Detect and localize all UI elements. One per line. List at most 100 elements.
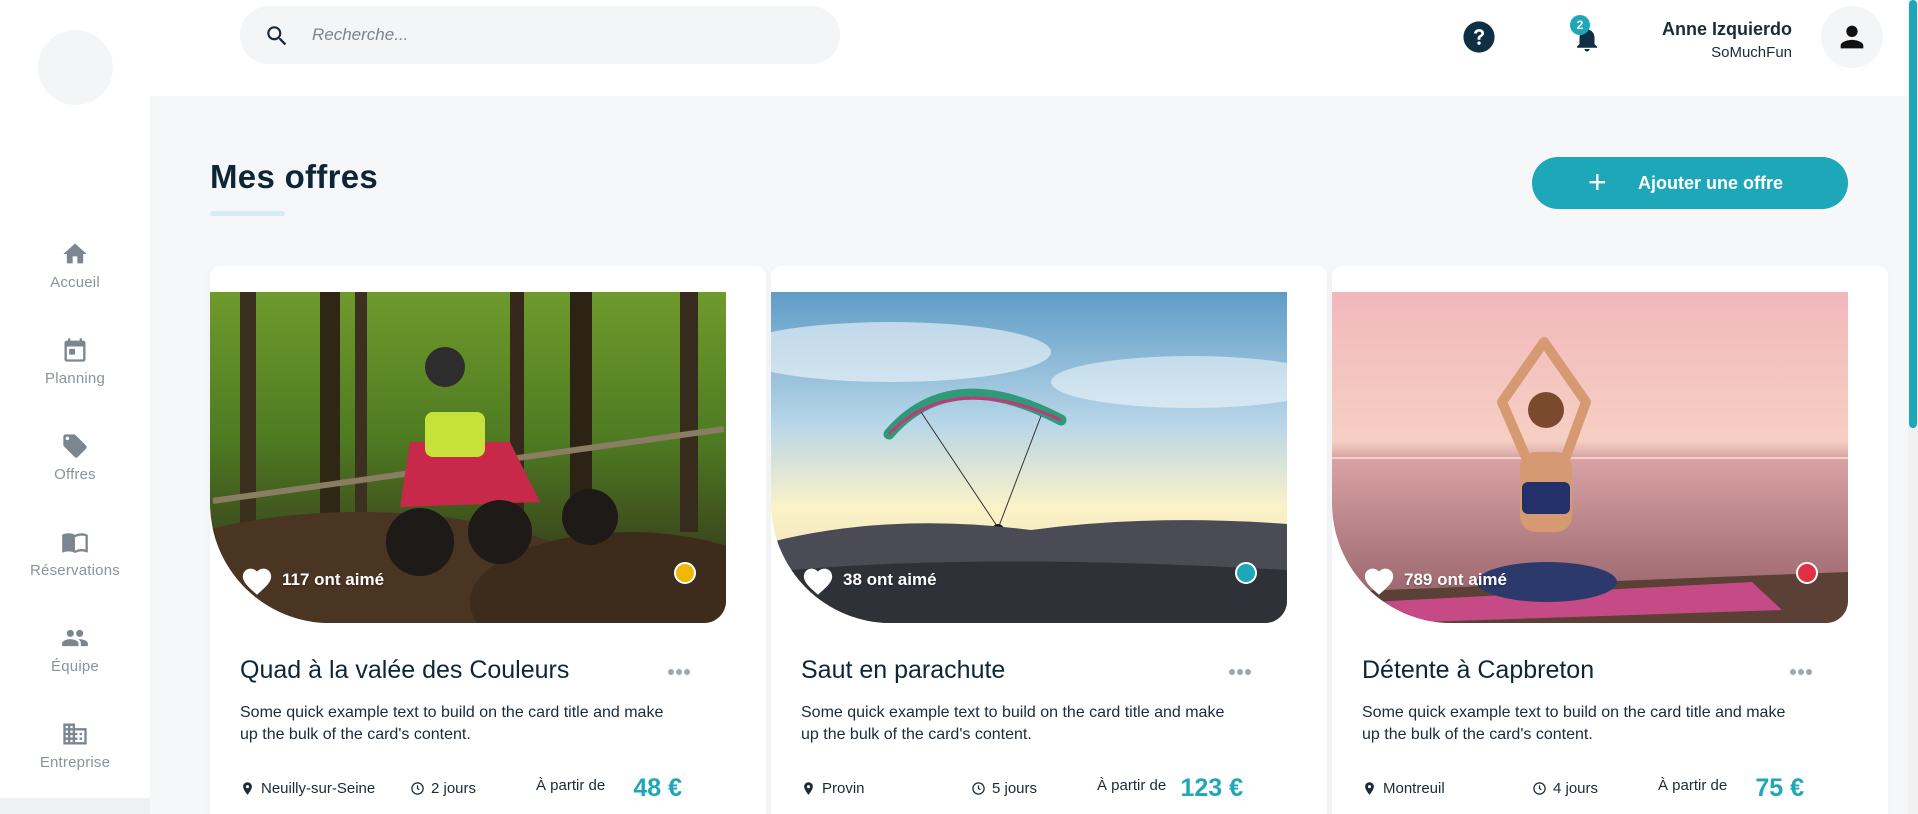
sidebar-item-label: Accueil [50, 274, 100, 291]
dot-icon [668, 669, 674, 675]
location-pin-icon [1365, 782, 1374, 795]
status-dot [1796, 562, 1818, 584]
offer-description: Some quick example text to build on the … [240, 704, 664, 743]
offer-price: 123 € [1180, 774, 1243, 802]
sidebar-item-label: Réservations [30, 562, 120, 579]
search-input[interactable] [312, 18, 812, 52]
offer-description: Some quick example text to build on the … [801, 704, 1225, 743]
more-options-button[interactable] [1229, 662, 1259, 682]
search-bar [240, 6, 840, 64]
plus-icon: + [1588, 164, 1607, 200]
dot-icon [1798, 669, 1804, 675]
user-company: SoMuchFun [1711, 44, 1792, 61]
clock-icon [411, 782, 424, 795]
status-dot [1235, 562, 1257, 584]
location-pin-icon [243, 782, 252, 795]
heart-icon[interactable] [801, 564, 835, 596]
likes-counter: 789 ont aimé [1362, 564, 1507, 596]
top-header: 2 Anne Izquierdo SoMuchFun [150, 0, 1908, 96]
status-dot [674, 562, 696, 584]
help-button[interactable] [1462, 20, 1496, 54]
calendar-icon [64, 338, 86, 362]
add-offer-button[interactable]: + Ajouter une offre [1532, 157, 1848, 209]
duration-text: 4 jours [1553, 780, 1599, 797]
offer-description: Some quick example text to build on the … [1362, 704, 1786, 743]
offer-location: Provin [801, 780, 865, 797]
likes-text: 38 ont aimé [843, 570, 937, 589]
more-options-button[interactable] [668, 662, 698, 682]
dot-icon [1237, 669, 1243, 675]
location-text: Montreuil [1383, 780, 1445, 797]
dot-icon [676, 669, 682, 675]
book-icon [62, 533, 88, 554]
building-icon [63, 723, 87, 745]
page-scrollbar[interactable] [1908, 0, 1918, 814]
team-icon [62, 629, 88, 647]
more-options-button[interactable] [1790, 662, 1820, 682]
sidebar-item-equipe[interactable]: Équipe [0, 624, 150, 696]
sidebar-footer [0, 798, 150, 814]
offer-duration: 2 jours [410, 780, 476, 797]
location-text: Neuilly-sur-Seine [261, 780, 376, 797]
price-prefix: À partir de [1658, 777, 1728, 794]
offer-location: Neuilly-sur-Seine [240, 780, 375, 797]
offer-price: 48 € [633, 774, 682, 802]
dot-icon [1245, 669, 1251, 675]
sidebar: Accueil Planning Offres Réservations Équ… [0, 0, 150, 814]
title-underline [210, 211, 285, 216]
sidebar-item-reservations[interactable]: Réservations [0, 528, 150, 600]
location-pin-icon [804, 782, 813, 795]
tag-icon [63, 434, 87, 458]
offer-title[interactable]: Détente à Capbreton [1362, 656, 1594, 685]
dot-icon [684, 669, 690, 675]
sidebar-item-offres[interactable]: Offres [0, 432, 150, 504]
price-prefix: À partir de [536, 777, 606, 794]
likes-text: 789 ont aimé [1404, 570, 1507, 589]
sidebar-item-label: Équipe [51, 658, 99, 675]
offer-image-parachute: 38 ont aimé [771, 292, 1287, 623]
add-offer-label: Ajouter une offre [1638, 173, 1784, 193]
heart-icon[interactable] [1362, 564, 1396, 596]
offer-image-yoga: 789 ont aimé [1332, 292, 1848, 623]
duration-text: 2 jours [431, 780, 477, 797]
offer-duration: 5 jours [971, 780, 1037, 797]
search-icon[interactable] [264, 23, 290, 49]
likes-counter: 117 ont aimé [240, 564, 384, 596]
clock-icon [972, 782, 985, 795]
help-icon [1463, 21, 1495, 53]
dot-icon [1229, 669, 1235, 675]
likes-counter: 38 ont aimé [801, 564, 937, 596]
offer-title[interactable]: Quad à la valée des Couleurs [240, 656, 569, 685]
likes-text: 117 ont aimé [282, 570, 385, 589]
price-prefix: À partir de [1097, 777, 1167, 794]
offer-location: Montreuil [1362, 780, 1445, 797]
clock-icon [1533, 782, 1546, 795]
offer-card[interactable]: 117 ont aimé Quad à la valée des Couleur… [210, 266, 766, 814]
user-icon [1840, 25, 1864, 49]
sidebar-item-entreprise[interactable]: Entreprise [0, 720, 150, 792]
offer-image-quad: 117 ont aimé [210, 292, 726, 623]
dot-icon [1806, 669, 1812, 675]
sidebar-item-planning[interactable]: Planning [0, 336, 150, 408]
company-logo[interactable] [38, 30, 113, 105]
scrollbar-thumb[interactable] [1909, 0, 1917, 428]
sidebar-item-label: Planning [45, 370, 105, 387]
avatar[interactable] [1821, 6, 1883, 68]
page-title: Mes offres [210, 158, 379, 195]
dot-icon [1790, 669, 1796, 675]
home-icon [63, 243, 87, 264]
sidebar-item-label: Offres [54, 466, 96, 483]
sidebar-item-label: Entreprise [39, 754, 111, 771]
heart-icon[interactable] [240, 564, 274, 596]
offer-title[interactable]: Saut en parachute [801, 656, 1005, 685]
offer-card[interactable]: 38 ont aimé Saut en parachute Some quick… [771, 266, 1327, 814]
offer-price: 75 € [1755, 774, 1804, 802]
notification-badge: 2 [1570, 15, 1590, 35]
location-text: Provin [822, 780, 865, 797]
user-name: Anne Izquierdo [1662, 19, 1792, 39]
notifications-button[interactable]: 2 [1570, 15, 1604, 54]
duration-text: 5 jours [992, 780, 1038, 797]
offer-card[interactable]: 789 ont aimé Détente à Capbreton Some qu… [1332, 266, 1888, 814]
offer-duration: 4 jours [1532, 780, 1598, 797]
sidebar-item-accueil[interactable]: Accueil [0, 240, 150, 312]
